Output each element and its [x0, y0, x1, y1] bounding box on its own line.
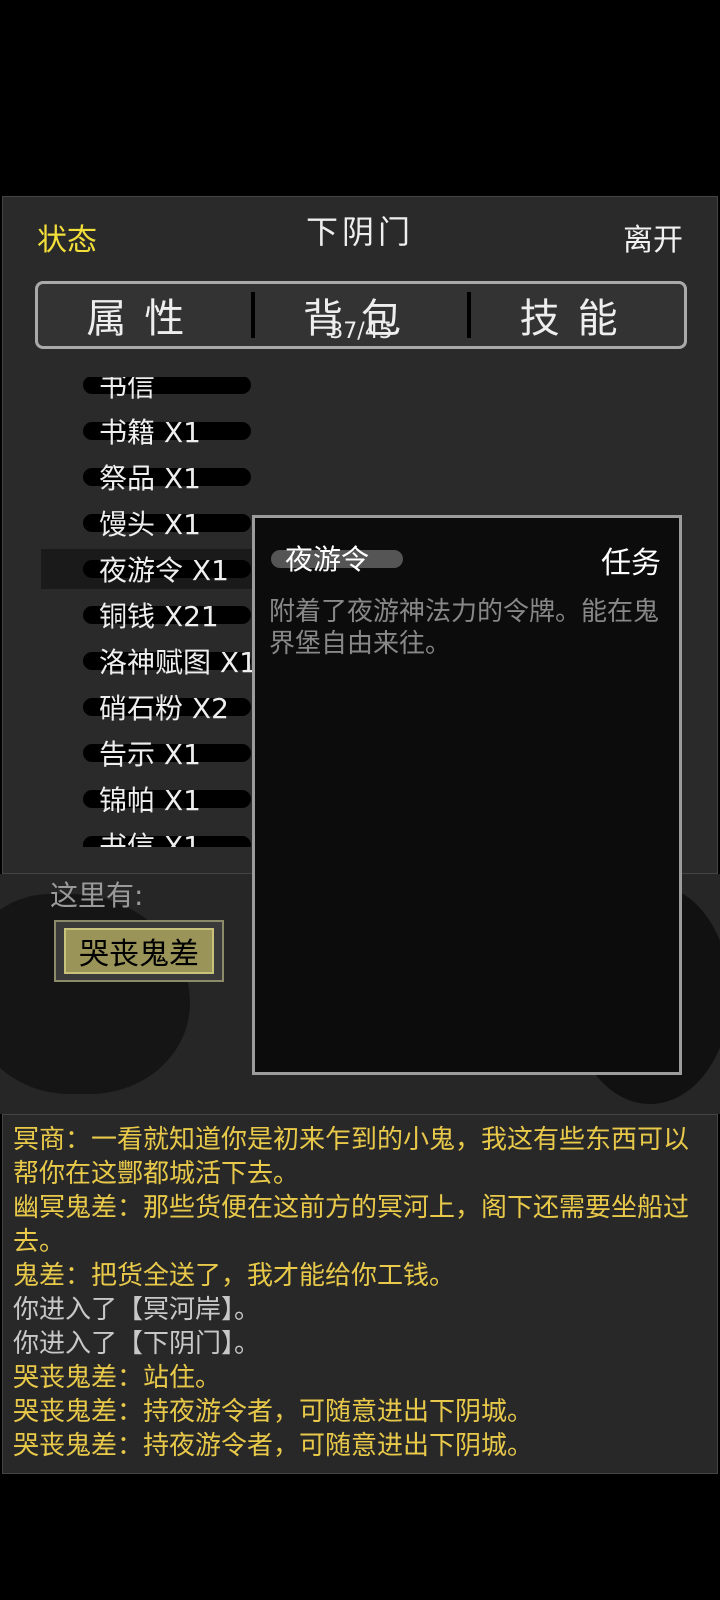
- location-title: 下阴门: [305, 213, 414, 251]
- item-detail-name: 夜游令: [285, 543, 370, 576]
- inventory-item-label: 锦帕 X1: [99, 784, 201, 817]
- inventory-item[interactable]: 书信: [83, 377, 253, 405]
- inventory-item[interactable]: 锦帕 X1: [83, 779, 253, 819]
- inventory-item[interactable]: 铜钱 X21: [83, 595, 253, 635]
- log-line: 哭丧鬼差：站住。: [13, 1363, 222, 1393]
- inventory-item-label: 祭品 X1: [99, 462, 201, 495]
- inventory-item-label: 硝石粉 X2: [99, 692, 229, 725]
- here-label: 这里有:: [50, 879, 144, 912]
- inventory-item[interactable]: 硝石粉 X2: [83, 687, 253, 727]
- inventory-item[interactable]: 祭品 X1: [83, 457, 253, 497]
- tab-skills-label: 技能: [519, 296, 636, 342]
- log-line: 冥商：一看就知道你是初来乍到的小鬼，我这有些东西可以帮你在这酆都城活下去。: [13, 1125, 690, 1189]
- inventory-item[interactable]: 书籍 X1: [83, 411, 253, 451]
- item-detail-description: 附着了夜游神法力的令牌。能在鬼界堡自由来往。: [269, 597, 660, 659]
- inventory-item-label: 书籍 X1: [99, 416, 201, 449]
- inventory-item[interactable]: 书信 X1: [83, 825, 253, 847]
- inventory-item-label: 夜游令 X1: [99, 554, 229, 587]
- message-log: 冥商：一看就知道你是初来乍到的小鬼，我这有些东西可以帮你在这酆都城活下去。 幽冥鬼…: [2, 1114, 718, 1474]
- tab-attributes[interactable]: 属性: [38, 284, 251, 346]
- inventory-item[interactable]: 洛神赋图 X1: [83, 641, 257, 681]
- tab-skills[interactable]: 技能: [471, 284, 684, 346]
- log-line: 鬼差：把货全送了，我才能给你工钱。: [13, 1261, 456, 1291]
- inventory-item-label: 铜钱 X21: [99, 600, 219, 633]
- tab-attributes-label: 属性: [86, 296, 203, 342]
- tab-backpack[interactable]: 背包 37/45: [255, 284, 468, 346]
- npc-name: 哭丧鬼差: [64, 928, 214, 974]
- leave-button[interactable]: 离开: [623, 215, 683, 259]
- inventory-item[interactable]: 夜游令 X1: [41, 549, 261, 589]
- log-line: 哭丧鬼差：持夜游令者，可随意进出下阴城。: [13, 1397, 534, 1427]
- log-line: 幽冥鬼差：那些货便在这前方的冥河上，阁下还需要坐船过去。: [13, 1193, 690, 1257]
- log-line: 你进入了【下阴门】。: [13, 1329, 261, 1359]
- item-detail-popup: 夜游令 任务 附着了夜游神法力的令牌。能在鬼界堡自由来往。: [252, 515, 682, 1075]
- npc-button[interactable]: 哭丧鬼差: [54, 920, 224, 982]
- inventory-item-label: 馒头 X1: [99, 508, 201, 541]
- item-detail-type: 任务: [601, 546, 661, 581]
- backpack-count: 37/45: [329, 319, 393, 344]
- inventory-item-label: 告示 X1: [99, 738, 201, 771]
- inventory-item-label: 书信 X1: [99, 830, 201, 847]
- inventory-item[interactable]: 馒头 X1: [83, 503, 253, 543]
- log-line: 哭丧鬼差：持夜游令者，可随意进出下阴城。: [13, 1431, 534, 1461]
- inventory-item[interactable]: 告示 X1: [83, 733, 253, 773]
- log-line: 你进入了【冥河岸】。: [13, 1295, 261, 1325]
- top-bar: 状态 下阴门 离开: [3, 197, 717, 267]
- inventory-item-label: 洛神赋图 X1: [99, 646, 257, 679]
- inventory-item-label: 书信: [99, 377, 156, 403]
- tab-bar: 属性 背包 37/45 技能: [35, 281, 687, 349]
